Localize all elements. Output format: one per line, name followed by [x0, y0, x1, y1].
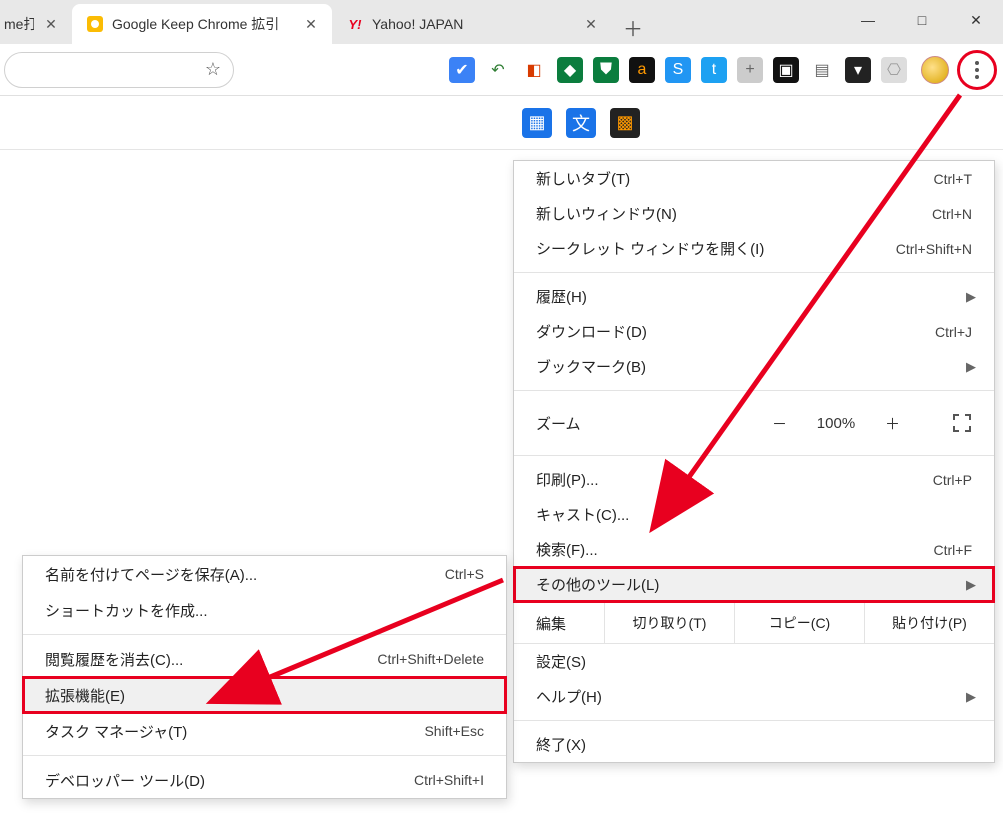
shield-icon[interactable]: ◆ [557, 57, 583, 83]
submenu-create-shortcut[interactable]: ショートカットを作成... [23, 592, 506, 628]
omnibox[interactable]: ☆ [4, 52, 234, 88]
menu-zoom: ズーム － 100% ＋ [514, 397, 994, 449]
location-icon[interactable]: ⎔ [881, 57, 907, 83]
tab-label: me打 [4, 14, 34, 34]
menu-find[interactable]: 検索(F)... Ctrl+F [514, 532, 994, 567]
pip-icon[interactable]: ▣ [773, 57, 799, 83]
image-search-icon[interactable]: ▩ [610, 108, 640, 138]
window-controls: ― □ ✕ [841, 0, 1003, 40]
plus-box-icon[interactable]: + [737, 57, 763, 83]
separator [514, 390, 994, 391]
annotation-circle [957, 50, 997, 90]
tab-label: Yahoo! JAPAN [372, 16, 574, 32]
s-icon[interactable]: S [665, 57, 691, 83]
shield-check-icon[interactable]: ⛊ [593, 57, 619, 83]
chevron-right-icon: ▶ [966, 289, 976, 305]
pocket-icon[interactable]: ▾ [845, 57, 871, 83]
twitter-icon[interactable]: t [701, 57, 727, 83]
close-window-button[interactable]: ✕ [949, 0, 1003, 40]
submenu-save-as[interactable]: 名前を付けてページを保存(A)... Ctrl+S [23, 556, 506, 592]
chevron-right-icon: ▶ [966, 359, 976, 375]
edit-label: 編集 [514, 613, 604, 634]
submenu-dev-tools[interactable]: デベロッパー ツール(D) Ctrl+Shift+I [23, 762, 506, 798]
copy-button[interactable]: コピー(C) [734, 603, 864, 643]
check-icon[interactable]: ✔ [449, 57, 475, 83]
tab-partial[interactable]: me打 ✕ [0, 4, 72, 44]
minimize-button[interactable]: ― [841, 0, 895, 40]
zoom-value: 100% [811, 415, 861, 432]
tab-strip: me打 ✕ Google Keep Chrome 拡引 ✕ Y! Yahoo! … [0, 0, 1003, 44]
maximize-button[interactable]: □ [895, 0, 949, 40]
menu-print[interactable]: 印刷(P)... Ctrl+P [514, 462, 994, 497]
submenu-task-manager[interactable]: タスク マネージャ(T) Shift+Esc [23, 713, 506, 749]
submenu-clear-history[interactable]: 閲覧履歴を消去(C)... Ctrl+Shift+Delete [23, 641, 506, 677]
menu-bookmarks[interactable]: ブックマーク(B) ▶ [514, 349, 994, 384]
new-tab-button[interactable]: ＋ [616, 10, 650, 44]
tab-label: Google Keep Chrome 拡引 [112, 14, 294, 34]
fullscreen-icon[interactable] [952, 413, 972, 433]
menu-help[interactable]: ヘルプ(H) ▶ [514, 679, 994, 714]
reply-icon[interactable]: ↶ [485, 57, 511, 83]
extension-icons-row2: ▦ 文 ▩ [0, 96, 1003, 150]
amazon-icon[interactable]: a [629, 57, 655, 83]
menu-downloads[interactable]: ダウンロード(D) Ctrl+J [514, 314, 994, 349]
more-tools-submenu: 名前を付けてページを保存(A)... Ctrl+S ショートカットを作成... … [22, 555, 507, 799]
menu-exit[interactable]: 終了(X) [514, 727, 994, 762]
menu-new-window[interactable]: 新しいウィンドウ(N) Ctrl+N [514, 196, 994, 231]
bookmark-star-icon[interactable]: ☆ [205, 59, 221, 80]
qr-icon[interactable]: ▦ [522, 108, 552, 138]
close-icon[interactable]: ✕ [42, 15, 60, 33]
separator [514, 720, 994, 721]
office-icon[interactable]: ◧ [521, 57, 547, 83]
submenu-extensions[interactable]: 拡張機能(E) [23, 677, 506, 713]
menu-history[interactable]: 履歴(H) ▶ [514, 279, 994, 314]
separator [514, 272, 994, 273]
close-icon[interactable]: ✕ [582, 15, 600, 33]
chevron-right-icon: ▶ [966, 577, 976, 593]
menu-button[interactable] [961, 54, 993, 86]
close-icon[interactable]: ✕ [302, 15, 320, 33]
zoom-in-button[interactable]: ＋ [885, 413, 900, 434]
page-content [0, 150, 505, 550]
paste-button[interactable]: 貼り付け(P) [864, 603, 994, 643]
cut-button[interactable]: 切り取り(T) [604, 603, 734, 643]
zoom-out-button[interactable]: － [772, 413, 787, 434]
separator [514, 455, 994, 456]
toolbar: ☆ ✔ ↶ ◧ ◆ ⛊ aSt + ▣ ▤ ▾ ⎔ [0, 44, 1003, 96]
menu-new-tab[interactable]: 新しいタブ(T) Ctrl+T [514, 161, 994, 196]
main-menu: 新しいタブ(T) Ctrl+T 新しいウィンドウ(N) Ctrl+N シークレッ… [513, 160, 995, 763]
keep-favicon [86, 15, 104, 33]
profile-avatar[interactable] [921, 56, 949, 84]
chevron-right-icon: ▶ [966, 689, 976, 705]
tab-inactive[interactable]: Y! Yahoo! JAPAN ✕ [332, 4, 612, 44]
menu-cast[interactable]: キャスト(C)... [514, 497, 994, 532]
menu-settings[interactable]: 設定(S) [514, 644, 994, 679]
separator [23, 634, 506, 635]
menu-incognito[interactable]: シークレット ウィンドウを開く(I) Ctrl+Shift+N [514, 231, 994, 266]
page-icon[interactable]: ▤ [809, 57, 835, 83]
menu-more-tools[interactable]: その他のツール(L) ▶ [514, 567, 994, 602]
separator [23, 755, 506, 756]
menu-edit-row: 編集 切り取り(T) コピー(C) 貼り付け(P) [514, 602, 994, 644]
extension-icons: ✔ ↶ ◧ ◆ ⛊ aSt + ▣ ▤ ▾ ⎔ [449, 57, 907, 83]
yahoo-favicon: Y! [346, 15, 364, 33]
translate-icon[interactable]: 文 [566, 108, 596, 138]
tab-active[interactable]: Google Keep Chrome 拡引 ✕ [72, 4, 332, 44]
